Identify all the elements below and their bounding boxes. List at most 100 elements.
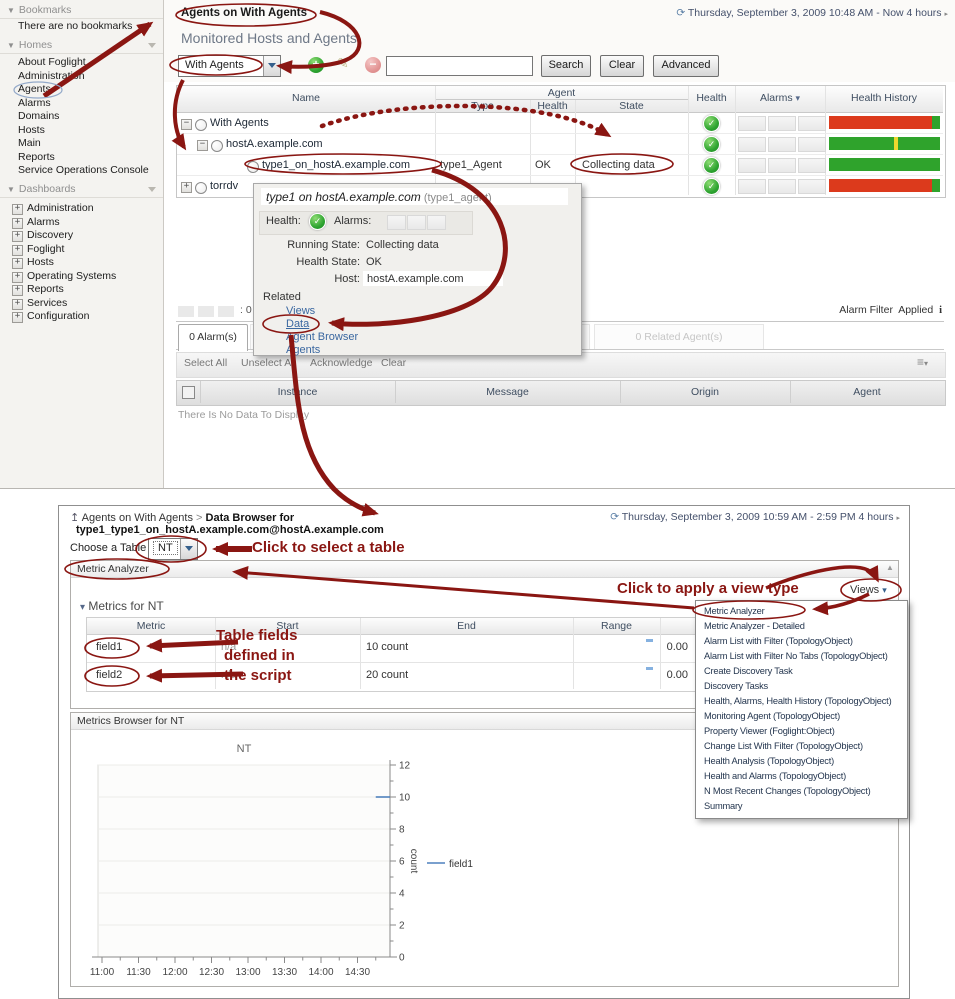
panel-collapse-icon[interactable]: ▲ [886,563,894,572]
views-menu-item-n-most-recent-changes-topologyobject-[interactable]: N Most Recent Changes (TopologyObject) [696,784,907,799]
col-header-origin[interactable]: Origin [620,386,790,398]
views-menu-item-health-alarms-health-history-topologyobject-[interactable]: Health, Alarms, Health History (Topology… [696,694,907,709]
sidebar-item-administration[interactable]: Administration [0,70,162,84]
metric-field2-label[interactable]: field2 [96,669,122,681]
row-radio[interactable] [211,140,223,152]
metrics-section-header[interactable]: ▾ Metrics for NT [80,599,164,613]
dashboard-item-discovery[interactable]: + Discovery [0,229,162,243]
tree-expand-icon[interactable]: + [12,231,23,242]
views-menu-item-create-discovery-task[interactable]: Create Discovery Task [696,664,907,679]
breadcrumb-root-link[interactable]: Agents on With Agents [82,512,193,524]
dashboard-item-alarms[interactable]: + Alarms [0,216,162,230]
sidebar-item-hosts[interactable]: Hosts [0,124,162,138]
top-timerange[interactable]: ⟳ Thursday, September 3, 2009 10:48 AM -… [676,7,948,19]
col-header-end[interactable]: End [360,620,573,632]
dashboard-item-operating-systems[interactable]: + Operating Systems [0,270,162,284]
tree-expand-icon[interactable]: + [181,182,192,193]
add-icon[interactable]: + [308,57,324,73]
tree-expand-icon[interactable]: + [12,271,23,283]
advanced-button[interactable]: Advanced [653,55,719,77]
sidebar-item-about-foglight[interactable]: About Foglight [0,56,162,70]
tab-ghost-related-agents[interactable]: 0 Related Agent(s) [594,324,764,350]
dashboard-item-configuration[interactable]: + Configuration [0,310,162,324]
row-radio[interactable] [247,161,259,173]
tree-expand-icon[interactable]: + [12,258,23,269]
col-header-instance[interactable]: Instance [200,386,395,398]
alarms-sort-caret-icon[interactable]: ▾ [796,93,801,103]
row-name-hosta[interactable]: hostA.example.com [226,138,323,150]
row-name-with-agents[interactable]: With Agents [210,117,269,129]
col-header-range[interactable]: Range [573,620,660,632]
table-select[interactable]: NT [148,538,198,560]
col-header-agent[interactable]: Agent [790,386,944,398]
col-header-type[interactable]: Type [435,100,530,112]
views-menu-item-health-and-alarms-topologyobject-[interactable]: Health and Alarms (TopologyObject) [696,769,907,784]
views-menu-item-monitoring-agent-topologyobject-[interactable]: Monitoring Agent (TopologyObject) [696,709,907,724]
sidebar-section-bookmarks[interactable]: ▼ Bookmarks [0,2,163,19]
col-header-name[interactable]: Name [177,92,435,104]
bottom-timerange[interactable]: ⟳ Thursday, September 3, 2009 10:59 AM -… [610,511,900,523]
sidebar-item-alarms[interactable]: Alarms [0,97,162,111]
col-header-agent-health[interactable]: Health [530,100,575,112]
sidebar-item-reports[interactable]: Reports [0,151,162,165]
scope-select-button[interactable] [263,56,280,76]
tab-alarms[interactable]: 0 Alarm(s) [178,324,248,351]
views-button[interactable]: Views ▾ [850,584,887,596]
acknowledge-action[interactable]: Acknowledge [310,357,372,369]
scope-select[interactable]: With Agents [178,55,281,77]
row-radio[interactable] [195,182,207,194]
tree-collapse-icon[interactable]: − [181,119,192,130]
table-select-button[interactable] [180,539,197,559]
row-name-type1-agent[interactable]: type1_on_hostA.example.com [262,159,410,171]
tree-expand-icon[interactable]: + [12,217,23,229]
sidebar-item-main[interactable]: Main [0,137,162,151]
views-menu-item-metric-analyzer-detailed[interactable]: Metric Analyzer - Detailed [696,619,907,634]
sidebar-section-dashboards[interactable]: ▼ Dashboards [0,181,163,198]
tooltip-views-link[interactable]: Views [286,305,315,317]
views-menu-item-change-list-with-filter-topologyobject-[interactable]: Change List With Filter (TopologyObject) [696,739,907,754]
clear-action[interactable]: Clear [381,357,406,369]
up-level-icon[interactable]: ↥ [70,512,79,524]
sidebar-item-domains[interactable]: Domains [0,110,162,124]
row-radio[interactable] [195,119,207,131]
dashboard-item-hosts[interactable]: + Hosts [0,256,162,270]
tooltip-agent-browser-link[interactable]: Agent Browser [286,331,358,343]
table-customizer-icon[interactable]: ≡▾ [917,355,928,369]
tree-expand-icon[interactable]: + [12,285,23,296]
tree-expand-icon[interactable]: + [12,312,23,323]
col-header-message[interactable]: Message [395,386,620,398]
dashboard-item-administration[interactable]: + Administration [0,202,162,216]
tree-expand-icon[interactable]: + [12,204,23,215]
views-menu-item-alarm-list-with-filter-topologyobject-[interactable]: Alarm List with Filter (TopologyObject) [696,634,907,649]
tree-expand-icon[interactable]: + [12,244,23,256]
tree-collapse-icon[interactable]: − [197,140,208,151]
clear-button[interactable]: Clear [600,55,644,77]
tooltip-agents-link[interactable]: Agents [286,344,320,356]
tree-expand-icon[interactable]: + [12,298,23,310]
views-menu-item-summary[interactable]: Summary [696,799,907,814]
views-menu-item-metric-analyzer[interactable]: Metric Analyzer [696,604,907,619]
col-header-alarms[interactable]: Alarms ▾ [735,92,825,104]
dashboard-item-foglight[interactable]: + Foglight [0,243,162,257]
views-menu-item-alarm-list-with-filter-no-tabs-topologyobject-[interactable]: Alarm List with Filter No Tabs (Topology… [696,649,907,664]
sidebar-item-agents[interactable]: Agents [0,83,162,97]
col-header-health[interactable]: Health [688,92,735,104]
timerange-expander-icon[interactable]: ▸ [896,515,900,522]
views-menu-item-health-analysis-topologyobject-[interactable]: Health Analysis (TopologyObject) [696,754,907,769]
views-menu-item-property-viewer-foglight-object-[interactable]: Property Viewer (Foglight:Object) [696,724,907,739]
filter-funnel-icon[interactable] [148,187,156,192]
views-menu-item-discovery-tasks[interactable]: Discovery Tasks [696,679,907,694]
sidebar-item-service-operations-console[interactable]: Service Operations Console [0,164,162,178]
metric-field1-label[interactable]: field1 [96,641,122,653]
tooltip-data-link[interactable]: Data [286,318,309,330]
dashboard-item-services[interactable]: + Services [0,297,162,311]
col-header-history[interactable]: Health History [825,92,943,104]
unselect-all-action[interactable]: Unselect All [241,357,296,369]
filter-funnel-icon[interactable] [148,43,156,48]
select-all-checkbox[interactable] [182,386,195,399]
info-icon[interactable]: i [939,305,942,316]
sidebar-section-homes[interactable]: ▼ Homes [0,37,163,54]
timerange-expander-icon[interactable]: ▸ [944,11,948,18]
dashboard-item-reports[interactable]: + Reports [0,283,162,297]
row-name-torrdv[interactable]: torrdv [210,180,238,192]
